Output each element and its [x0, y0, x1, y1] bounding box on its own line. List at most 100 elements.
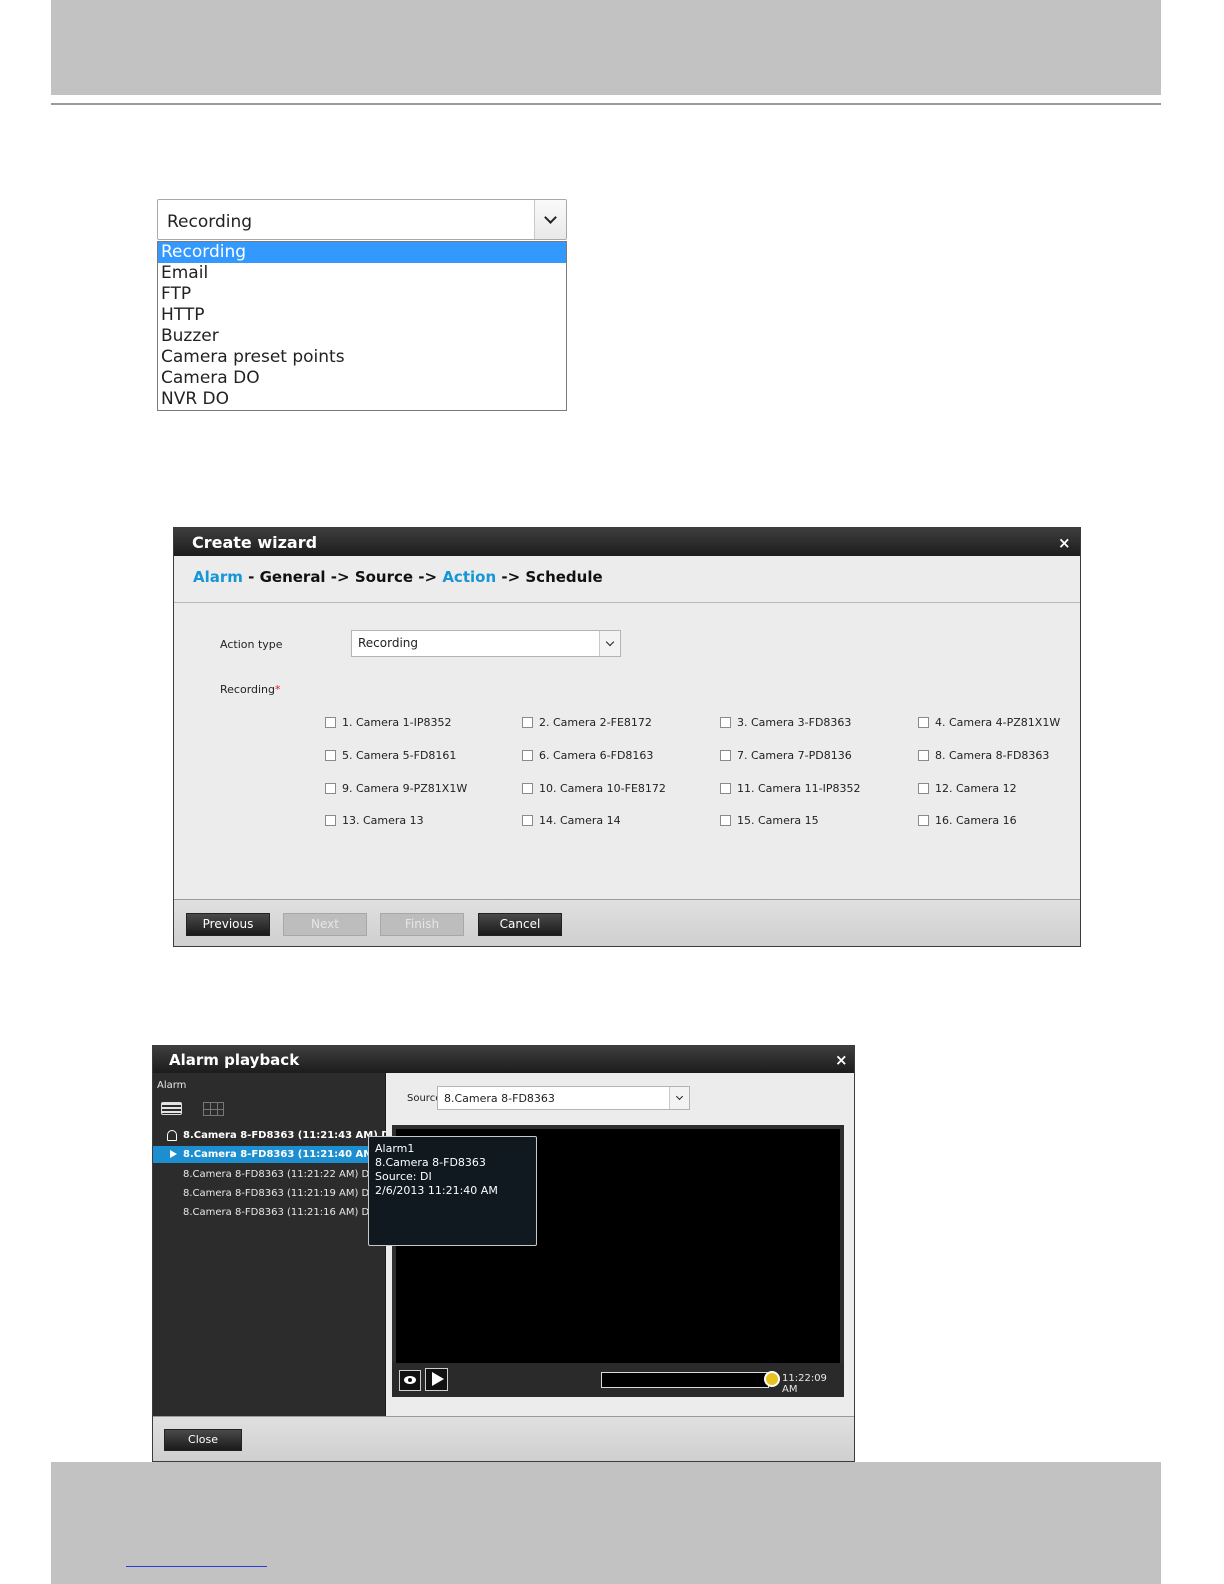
- cancel-button[interactable]: Cancel: [478, 913, 562, 936]
- camera-label: 8. Camera 8-FD8363: [935, 748, 1050, 762]
- finish-button[interactable]: Finish: [380, 913, 464, 936]
- checkbox[interactable]: [720, 782, 731, 794]
- page-header-band: [51, 0, 1161, 95]
- camera-label: 3. Camera 3-FD8363: [737, 715, 852, 729]
- camera-label: 10. Camera 10-FE8172: [539, 781, 666, 795]
- alarm-panel-label: Alarm: [157, 1080, 187, 1091]
- camera-checkbox-16[interactable]: 16. Camera 16: [918, 813, 1017, 827]
- step-source: Source: [354, 568, 414, 586]
- checkbox[interactable]: [522, 749, 533, 761]
- step-separator: -: [242, 568, 260, 586]
- camera-label: 2. Camera 2-FE8172: [539, 715, 652, 729]
- checkbox[interactable]: [325, 782, 336, 794]
- camera-checkbox-14[interactable]: 14. Camera 14: [522, 813, 621, 827]
- bell-icon: [167, 1130, 177, 1141]
- action-type-label: Action type: [220, 638, 283, 651]
- playback-time: 11:22:09 AM: [782, 1373, 827, 1395]
- wizard-breadcrumb: Alarm - General -> Source -> Action -> S…: [193, 568, 603, 586]
- checkbox[interactable]: [720, 716, 731, 728]
- action-type-select[interactable]: Recording: [157, 199, 567, 240]
- camera-label: 13. Camera 13: [342, 813, 424, 827]
- dropdown-option[interactable]: Email: [158, 263, 566, 284]
- video-controls: 11:22:09 AM: [392, 1363, 844, 1397]
- camera-checkbox-6[interactable]: 6. Camera 6-FD8163: [522, 748, 653, 762]
- camera-checkbox-9[interactable]: 9. Camera 9-PZ81X1W: [325, 781, 467, 795]
- footer-link[interactable]: [126, 1551, 267, 1567]
- camera-checkbox-13[interactable]: 13. Camera 13: [325, 813, 424, 827]
- checkbox[interactable]: [522, 814, 533, 826]
- checkbox[interactable]: [918, 782, 929, 794]
- camera-label: 6. Camera 6-FD8163: [539, 748, 654, 762]
- camera-label: 4. Camera 4-PZ81X1W: [935, 715, 1061, 729]
- camera-checkbox-4[interactable]: 4. Camera 4-PZ81X1W: [918, 715, 1060, 729]
- camera-checkbox-5[interactable]: 5. Camera 5-FD8161: [325, 748, 456, 762]
- tooltip-datetime: 2/6/2013 11:21:40 AM: [375, 1184, 498, 1197]
- select-toggle[interactable]: [599, 631, 620, 656]
- action-type-options-list: Recording Email FTP HTTP Buzzer Camera p…: [157, 241, 567, 411]
- action-type-value: Recording: [358, 636, 419, 650]
- source-select[interactable]: 8.Camera 8-FD8363: [437, 1086, 690, 1110]
- seek-handle[interactable]: [764, 1371, 780, 1387]
- camera-checkbox-8[interactable]: 8. Camera 8-FD8363: [918, 748, 1049, 762]
- play-icon: [170, 1150, 177, 1158]
- checkbox[interactable]: [325, 814, 336, 826]
- create-wizard-dialog: Create wizard × Alarm - General -> Sourc…: [173, 527, 1081, 947]
- checkbox[interactable]: [720, 749, 731, 761]
- camera-checkbox-3[interactable]: 3. Camera 3-FD8363: [720, 715, 851, 729]
- camera-checkbox-15[interactable]: 15. Camera 15: [720, 813, 819, 827]
- dropdown-option[interactable]: NVR DO: [158, 389, 566, 410]
- step-separator: ->: [325, 568, 355, 586]
- alarm-event-item[interactable]: 8.Camera 8-FD8363 (11:21:16 AM) DI: [153, 1204, 386, 1221]
- checkbox[interactable]: [522, 716, 533, 728]
- close-button[interactable]: Close: [164, 1429, 242, 1451]
- camera-checkbox-10[interactable]: 10. Camera 10-FE8172: [522, 781, 666, 795]
- action-type-select[interactable]: Recording: [351, 630, 621, 657]
- checkbox[interactable]: [522, 782, 533, 794]
- view-button[interactable]: [399, 1370, 421, 1391]
- chevron-down-icon: [675, 1092, 684, 1101]
- camera-checkbox-12[interactable]: 12. Camera 12: [918, 781, 1017, 795]
- checkbox[interactable]: [325, 716, 336, 728]
- alarm-event-item[interactable]: 8.Camera 8-FD8363 (11:21:40 AM) DI: [153, 1146, 386, 1163]
- wizard-footer: Previous Next Finish Cancel: [174, 899, 1080, 946]
- dropdown-option[interactable]: HTTP: [158, 305, 566, 326]
- tooltip-source: Source: DI: [375, 1170, 432, 1183]
- camera-label: 9. Camera 9-PZ81X1W: [342, 781, 468, 795]
- dropdown-option[interactable]: FTP: [158, 284, 566, 305]
- playback-title: Alarm playback: [169, 1051, 300, 1069]
- seek-bar[interactable]: [601, 1371, 780, 1388]
- checkbox[interactable]: [918, 814, 929, 826]
- play-icon: [432, 1372, 444, 1386]
- dropdown-option[interactable]: Recording: [158, 242, 566, 263]
- play-button[interactable]: [425, 1368, 448, 1391]
- camera-checkbox-1[interactable]: 1. Camera 1-IP8352: [325, 715, 452, 729]
- tooltip-camera: 8.Camera 8-FD8363: [375, 1156, 486, 1169]
- alarm-event-item[interactable]: 8.Camera 8-FD8363 (11:21:22 AM) DI: [153, 1166, 386, 1183]
- alarm-event-item[interactable]: 8.Camera 8-FD8363 (11:21:43 AM) DI: [153, 1127, 386, 1144]
- next-button[interactable]: Next: [283, 913, 367, 936]
- alarm-event-text: 8.Camera 8-FD8363 (11:21:40 AM) DI: [183, 1149, 386, 1160]
- close-icon[interactable]: ×: [1058, 536, 1071, 551]
- dropdown-toggle-button[interactable]: [534, 200, 566, 239]
- list-view-icon[interactable]: [161, 1102, 182, 1115]
- camera-label: 15. Camera 15: [737, 813, 819, 827]
- select-toggle[interactable]: [669, 1087, 689, 1109]
- wizard-divider: [174, 602, 1080, 603]
- chevron-down-icon: [605, 637, 615, 647]
- camera-checkbox-2[interactable]: 2. Camera 2-FE8172: [522, 715, 652, 729]
- dropdown-option[interactable]: Camera DO: [158, 368, 566, 389]
- close-icon[interactable]: ×: [835, 1053, 848, 1068]
- checkbox[interactable]: [918, 716, 929, 728]
- dropdown-option[interactable]: Camera preset points: [158, 347, 566, 368]
- camera-checkbox-7[interactable]: 7. Camera 7-PD8136: [720, 748, 852, 762]
- checkbox[interactable]: [918, 749, 929, 761]
- playback-footer: Close: [153, 1416, 854, 1461]
- alarm-event-item[interactable]: 8.Camera 8-FD8363 (11:21:19 AM) DI: [153, 1185, 386, 1202]
- checkbox[interactable]: [325, 749, 336, 761]
- camera-checkbox-11[interactable]: 11. Camera 11-IP8352: [720, 781, 861, 795]
- checkbox[interactable]: [720, 814, 731, 826]
- previous-button[interactable]: Previous: [186, 913, 270, 936]
- dropdown-option[interactable]: Buzzer: [158, 326, 566, 347]
- grid-view-icon[interactable]: [203, 1102, 224, 1116]
- camera-label: 14. Camera 14: [539, 813, 621, 827]
